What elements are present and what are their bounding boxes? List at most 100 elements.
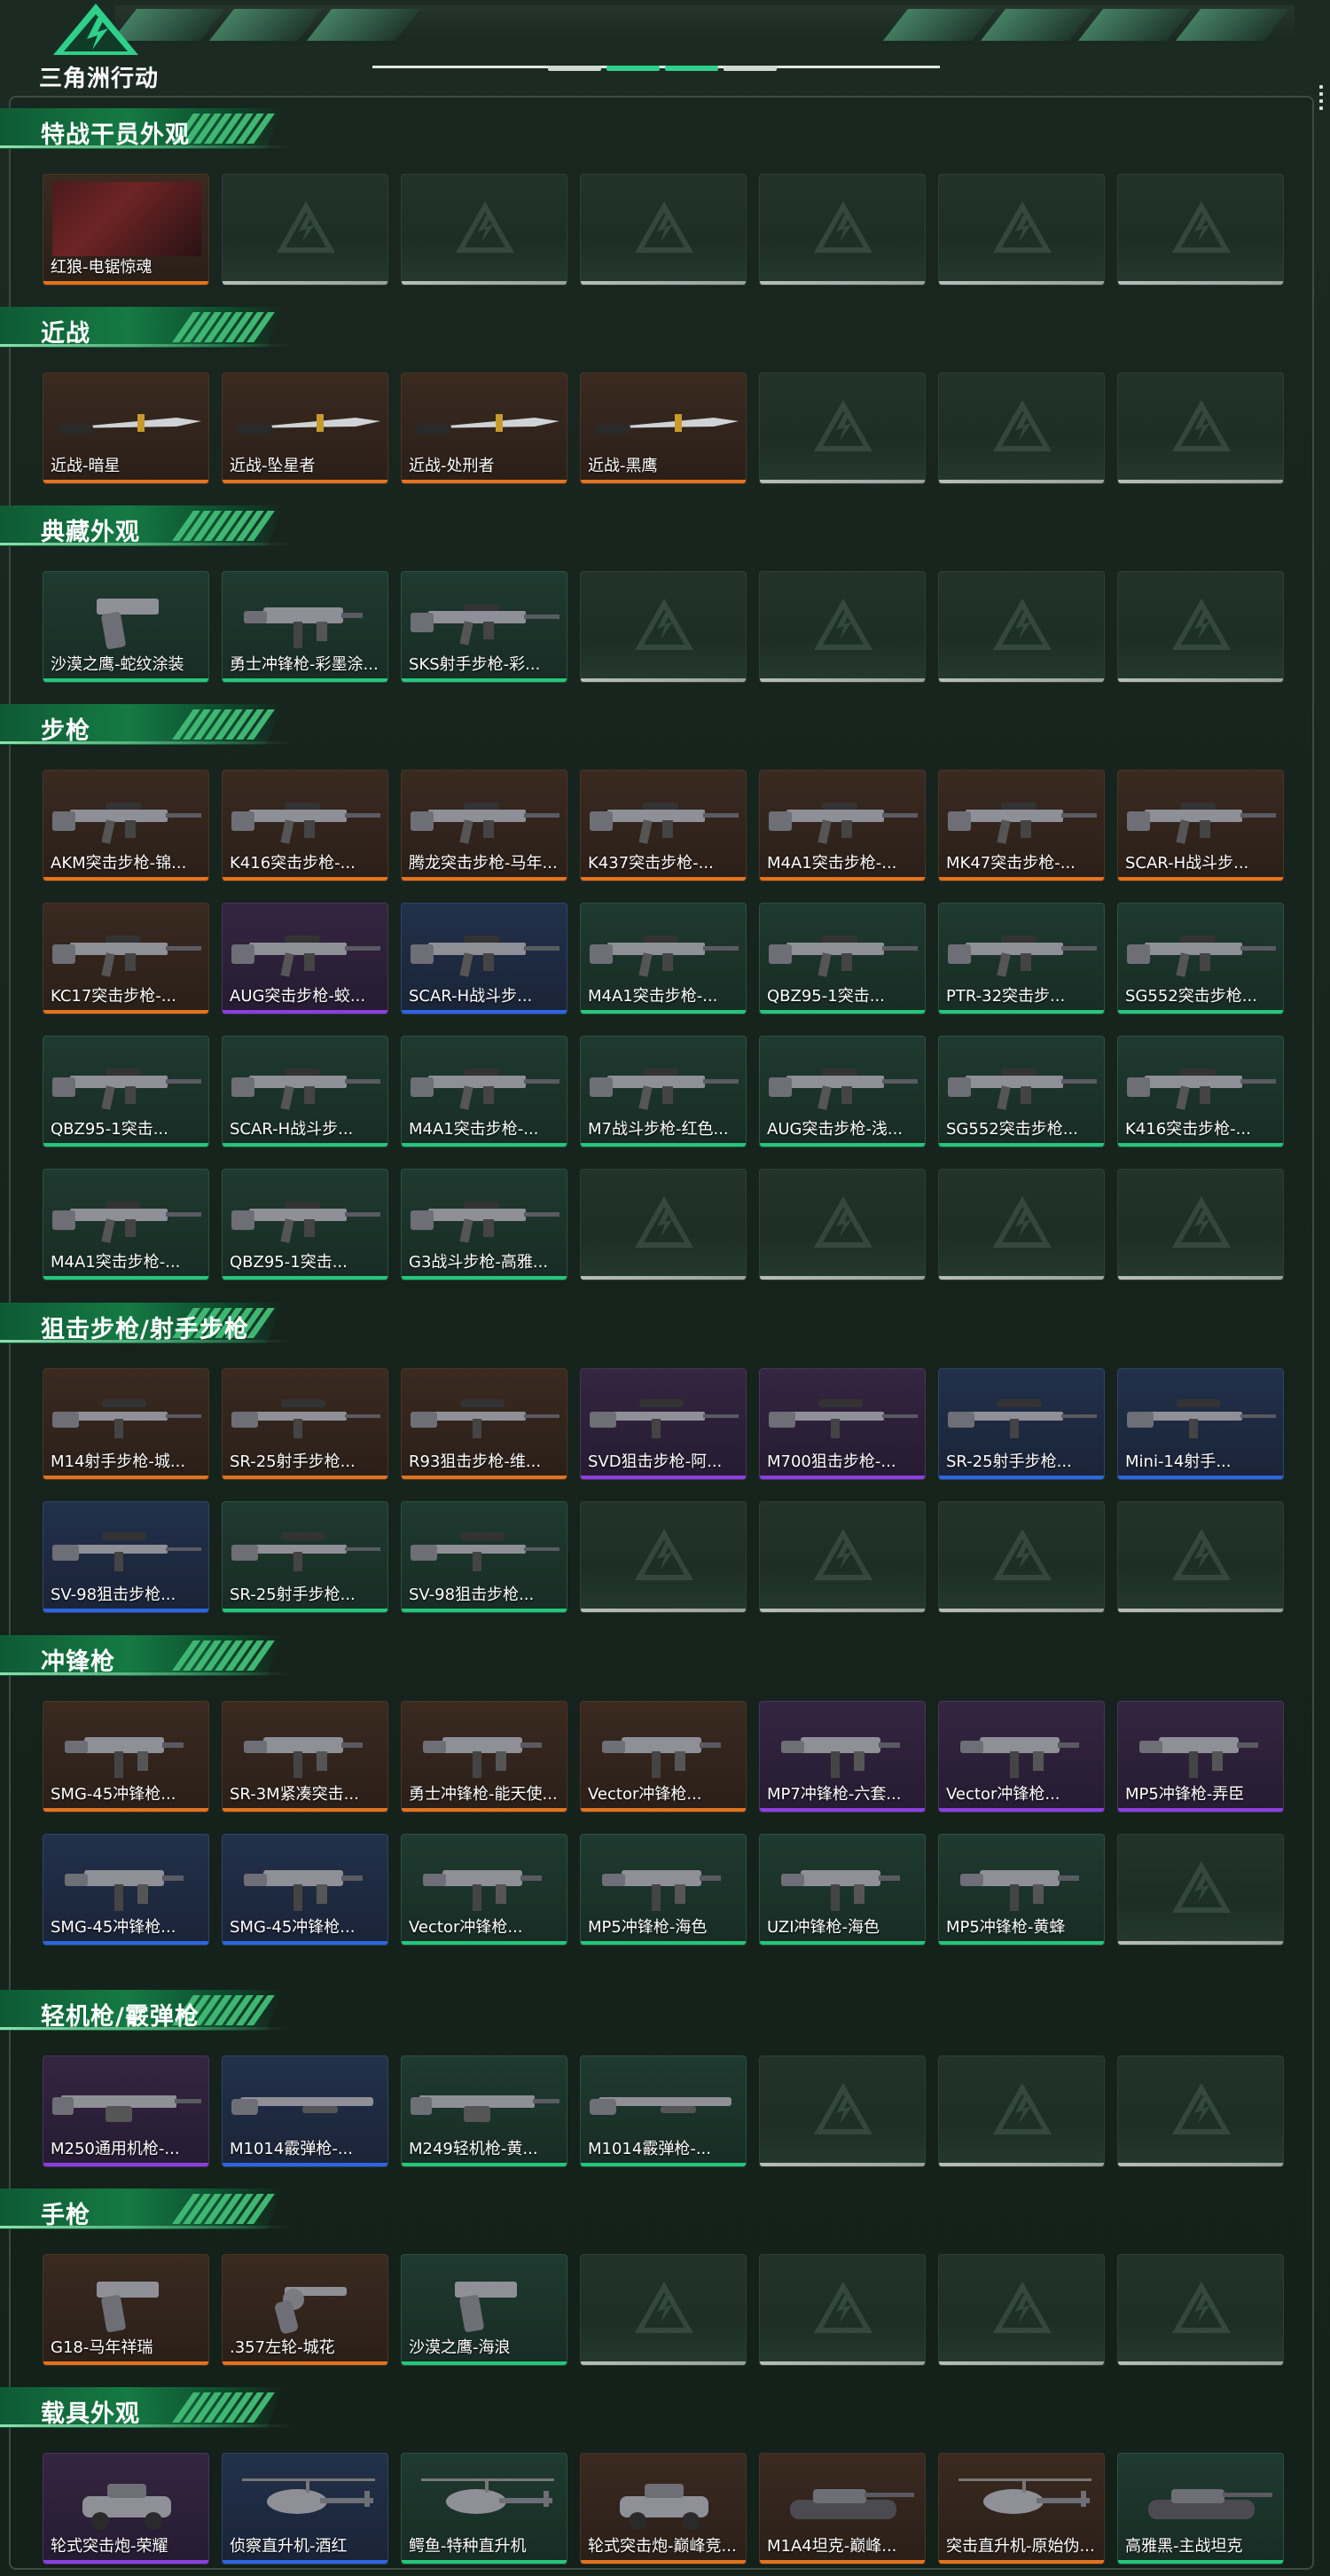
item-card[interactable]: SMG-45冲锋枪... bbox=[222, 1834, 388, 1946]
rarity-bar bbox=[223, 2560, 387, 2564]
item-card[interactable]: AKM突击步枪-锦... bbox=[43, 770, 209, 881]
rifle-icon bbox=[948, 803, 1097, 844]
item-card[interactable]: QBZ95-1突击... bbox=[43, 1036, 209, 1147]
item-card[interactable]: G18-马年祥瑞 bbox=[43, 2254, 209, 2366]
item-card[interactable]: 鳄鱼-特种直升机 bbox=[401, 2453, 567, 2564]
item-card[interactable]: Vector冲锋枪... bbox=[401, 1834, 567, 1946]
item-card[interactable]: K416突击步枪-... bbox=[1117, 1036, 1284, 1147]
item-card[interactable]: 腾龙突击步枪-马年... bbox=[401, 770, 567, 881]
item-card[interactable]: SG552突击步枪... bbox=[1117, 903, 1284, 1014]
item-card[interactable]: SV-98狙击步枪... bbox=[401, 1501, 567, 1613]
item-card[interactable]: QBZ95-1突击... bbox=[759, 903, 926, 1014]
item-card[interactable]: PTR-32突击步... bbox=[938, 903, 1105, 1014]
rarity-bar bbox=[402, 1609, 567, 1612]
scrollbar-grip[interactable] bbox=[1319, 85, 1323, 114]
item-card[interactable]: SVD狙击步枪-阿... bbox=[580, 1368, 747, 1480]
item-card[interactable]: K416突击步枪-... bbox=[222, 770, 388, 881]
item-card[interactable]: 勇士冲锋枪-能天使... bbox=[401, 1701, 567, 1813]
item-card[interactable]: 沙漠之鹰-海浪 bbox=[401, 2254, 567, 2366]
item-card[interactable]: MK47突击步枪-... bbox=[938, 770, 1105, 881]
item-card[interactable]: SKS射手步枪-彩... bbox=[401, 571, 567, 683]
rarity-bar bbox=[581, 2560, 746, 2564]
item-card[interactable]: 近战-处刑者 bbox=[401, 372, 567, 484]
item-card[interactable]: MP5冲锋枪-海色 bbox=[580, 1834, 747, 1946]
item-card[interactable]: 近战-坠星者 bbox=[222, 372, 388, 484]
item-card[interactable]: 侦察直升机-酒红 bbox=[222, 2453, 388, 2564]
item-name: 近战-处刑者 bbox=[409, 457, 495, 475]
item-card[interactable]: Vector冲锋枪... bbox=[938, 1701, 1105, 1813]
item-card[interactable]: M4A1突击步枪-... bbox=[43, 1169, 209, 1280]
item-card[interactable]: 近战-黑鹰 bbox=[580, 372, 747, 484]
item-name: QBZ95-1突击... bbox=[51, 1120, 168, 1139]
item-name: UZI冲锋枪-海色 bbox=[767, 1918, 880, 1937]
item-card[interactable]: 沙漠之鹰-蛇纹涂装 bbox=[43, 571, 209, 683]
rarity-bar bbox=[760, 1476, 925, 1479]
item-card[interactable]: MP5冲锋枪-黄蜂 bbox=[938, 1834, 1105, 1946]
item-card[interactable]: Vector冲锋枪... bbox=[580, 1701, 747, 1813]
item-name: 勇士冲锋枪-彩墨涂... bbox=[230, 655, 379, 674]
item-card[interactable]: M4A1突击步枪-... bbox=[580, 903, 747, 1014]
item-card[interactable]: SR-25射手步枪... bbox=[222, 1368, 388, 1480]
rifle-icon bbox=[1127, 936, 1276, 977]
item-card[interactable]: AUG突击步枪-浅... bbox=[759, 1036, 926, 1147]
watermark-logo-icon bbox=[814, 1529, 872, 1580]
item-card[interactable]: M700狙击步枪-... bbox=[759, 1368, 926, 1480]
item-name: M1014霰弹枪-... bbox=[588, 2140, 711, 2158]
rifle-icon bbox=[411, 803, 559, 844]
item-card[interactable]: MP7冲锋枪-六套... bbox=[759, 1701, 926, 1813]
item-card[interactable]: KC17突击步枪-... bbox=[43, 903, 209, 1014]
item-name: PTR-32突击步... bbox=[946, 987, 1066, 1006]
rarity-bar bbox=[760, 1143, 925, 1147]
item-card[interactable]: 轮式突击炮-荣耀 bbox=[43, 2453, 209, 2564]
watermark-logo-icon bbox=[993, 599, 1052, 650]
empty-slot bbox=[580, 1501, 747, 1613]
header: 三角洲行动 bbox=[0, 0, 1330, 98]
item-card[interactable]: R93狙击步枪-维... bbox=[401, 1368, 567, 1480]
item-card[interactable]: AUG突击步枪-蛟... bbox=[222, 903, 388, 1014]
helicopter-icon bbox=[242, 2478, 375, 2514]
rarity-bar bbox=[1118, 1808, 1283, 1812]
item-card[interactable]: .357左轮-城花 bbox=[222, 2254, 388, 2366]
item-card[interactable]: SR-25射手步枪... bbox=[222, 1501, 388, 1613]
item-card[interactable]: M250通用机枪-... bbox=[43, 2055, 209, 2167]
empty-slot bbox=[580, 174, 747, 286]
item-name: Vector冲锋枪... bbox=[409, 1918, 523, 1937]
item-card[interactable]: SMG-45冲锋枪... bbox=[43, 1834, 209, 1946]
item-card[interactable]: 近战-暗星 bbox=[43, 372, 209, 484]
item-card[interactable]: SV-98狙击步枪... bbox=[43, 1501, 209, 1613]
smg-icon bbox=[1139, 1737, 1258, 1778]
item-card[interactable]: SCAR-H战斗步... bbox=[401, 903, 567, 1014]
item-card[interactable]: SG552突击步枪... bbox=[938, 1036, 1105, 1147]
item-card[interactable]: SCAR-H战斗步... bbox=[222, 1036, 388, 1147]
item-card[interactable]: 轮式突击炮-巅峰竞... bbox=[580, 2453, 747, 2564]
item-card[interactable]: SR-25射手步枪... bbox=[938, 1368, 1105, 1480]
item-card[interactable]: 勇士冲锋枪-彩墨涂... bbox=[222, 571, 388, 683]
rarity-bar bbox=[223, 1276, 387, 1280]
item-card[interactable]: M4A1突击步枪-... bbox=[759, 770, 926, 881]
item-name: SVD狙击步枪-阿... bbox=[588, 1452, 723, 1471]
item-card[interactable]: SCAR-H战斗步... bbox=[1117, 770, 1284, 881]
item-card[interactable]: M14射手步枪-城... bbox=[43, 1368, 209, 1480]
item-card[interactable]: M1A4坦克-巅峰... bbox=[759, 2453, 926, 2564]
item-card[interactable]: G3战斗步枪-高雅... bbox=[401, 1169, 567, 1280]
item-card[interactable]: 红狼-电锯惊魂 bbox=[43, 174, 209, 286]
item-card[interactable]: QBZ95-1突击... bbox=[222, 1169, 388, 1280]
empty-slot bbox=[938, 174, 1105, 286]
sniper-icon bbox=[231, 1399, 380, 1438]
rifle-icon bbox=[590, 803, 739, 844]
item-card[interactable]: M1014霰弹枪-... bbox=[580, 2055, 747, 2167]
item-card[interactable]: MP5冲锋枪-弄臣 bbox=[1117, 1701, 1284, 1813]
item-card[interactable]: K437突击步枪-... bbox=[580, 770, 747, 881]
item-card[interactable]: SR-3M紧凑突击... bbox=[222, 1701, 388, 1813]
item-card[interactable]: M1014霰弹枪-... bbox=[222, 2055, 388, 2167]
item-card[interactable]: UZI冲锋枪-海色 bbox=[759, 1834, 926, 1946]
item-card[interactable]: 突击直升机-原始伪... bbox=[938, 2453, 1105, 2564]
item-card[interactable]: 高雅黑-主战坦克 bbox=[1117, 2453, 1284, 2564]
empty-slot bbox=[1117, 571, 1284, 683]
item-card[interactable]: M4A1突击步枪-... bbox=[401, 1036, 567, 1147]
item-card[interactable]: M7战斗步枪-红色... bbox=[580, 1036, 747, 1147]
item-card[interactable]: M249轻机枪-黄... bbox=[401, 2055, 567, 2167]
item-card[interactable]: SMG-45冲锋枪... bbox=[43, 1701, 209, 1813]
item-name: SCAR-H战斗步... bbox=[409, 987, 533, 1006]
item-card[interactable]: Mini-14射手... bbox=[1117, 1368, 1284, 1480]
